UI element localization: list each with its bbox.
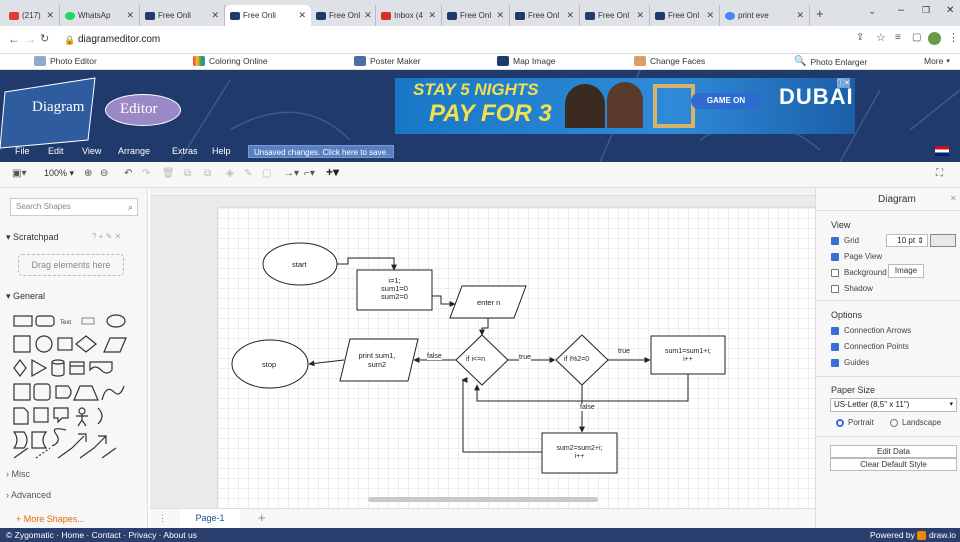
section-view: View xyxy=(831,220,851,230)
input-label: enter n xyxy=(477,298,501,307)
shadow-checkbox[interactable]: Shadow xyxy=(831,284,873,293)
checkbox-checked-icon xyxy=(831,358,839,367)
edit-data-button[interactable]: Edit Data xyxy=(830,445,957,458)
divider xyxy=(816,436,960,437)
background-image-button[interactable]: Image xyxy=(888,264,924,278)
page-view-checkbox[interactable]: Page View xyxy=(831,252,882,261)
page-tabs-bar: ⋮ Page-1 + xyxy=(150,508,815,528)
format-panel: Diagram ✕ View Grid 10 pt ⇕ Page View Ba… xyxy=(815,188,960,528)
edge-print-stop xyxy=(308,359,345,367)
section-paper-size: Paper Size xyxy=(831,385,876,395)
init-label: i=1; sum1=0 sum2=0 xyxy=(381,276,408,301)
cond1-label: if i<=n xyxy=(466,356,486,363)
divider xyxy=(816,300,960,301)
drawio-brand[interactable]: draw.io xyxy=(929,530,956,540)
footer: © Zygomatic · Home · Contact · Privacy ·… xyxy=(0,528,960,542)
checkbox-unchecked-icon xyxy=(831,268,839,277)
portrait-radio[interactable]: Portrait xyxy=(836,418,874,427)
edge-label-true: true xyxy=(618,348,631,355)
sum1-label: sum1=sum1+i; i++ xyxy=(665,348,711,363)
edge-input-cond1 xyxy=(479,318,489,336)
grid-checkbox[interactable]: Grid xyxy=(831,236,859,245)
background-checkbox[interactable]: Background xyxy=(831,268,887,277)
drawio-logo-icon xyxy=(917,531,926,540)
grid-color-swatch[interactable] xyxy=(930,234,956,247)
landscape-radio[interactable]: Landscape xyxy=(890,418,941,427)
panel-title: Diagram xyxy=(878,194,916,205)
radio-selected-icon xyxy=(836,418,844,427)
radio-unselected-icon xyxy=(890,418,898,427)
paper-size-select[interactable]: US-Letter (8,5" x 11") ▾ xyxy=(830,398,957,412)
tab-page-1[interactable]: Page-1 xyxy=(180,509,240,528)
edge-start-init xyxy=(337,257,397,271)
start-label: start xyxy=(292,260,307,269)
edge-sum2-loop xyxy=(461,377,542,453)
divider xyxy=(816,210,960,211)
stop-label: stop xyxy=(262,360,277,369)
checkbox-checked-icon xyxy=(831,326,839,335)
powered-by-text: Powered by xyxy=(870,530,915,540)
checkbox-unchecked-icon xyxy=(831,284,839,293)
guides-checkbox[interactable]: Guides xyxy=(831,358,869,367)
checkbox-checked-icon xyxy=(831,342,839,351)
cond2-label: if i%2=0 xyxy=(564,356,590,363)
print-label: print sum1, sum2 xyxy=(358,351,396,369)
edge-label-true: true xyxy=(519,354,532,361)
edge-init-input xyxy=(432,295,456,307)
pages-menu-icon[interactable]: ⋮ xyxy=(158,513,167,524)
add-page-button[interactable]: + xyxy=(258,510,266,525)
connection-points-checkbox[interactable]: Connection Points xyxy=(831,342,909,351)
divider xyxy=(816,376,960,377)
checkbox-checked-icon xyxy=(831,236,839,245)
checkbox-checked-icon xyxy=(831,252,839,261)
clear-default-style-button[interactable]: Clear Default Style xyxy=(830,458,957,471)
close-icon[interactable]: ✕ xyxy=(950,194,957,203)
horizontal-scrollbar[interactable] xyxy=(368,497,598,502)
sum2-label: sum2=sum2+i; i++ xyxy=(556,445,603,460)
connection-arrows-checkbox[interactable]: Connection Arrows xyxy=(831,326,911,335)
grid-size-stepper[interactable]: 10 pt ⇕ xyxy=(886,234,928,247)
edge-label-false: false xyxy=(427,353,442,360)
chevron-down-icon: ▾ xyxy=(949,401,953,408)
footer-links[interactable]: © Zygomatic · Home · Contact · Privacy ·… xyxy=(6,530,197,540)
section-options: Options xyxy=(831,310,863,320)
edge-label-false: false xyxy=(580,404,595,411)
